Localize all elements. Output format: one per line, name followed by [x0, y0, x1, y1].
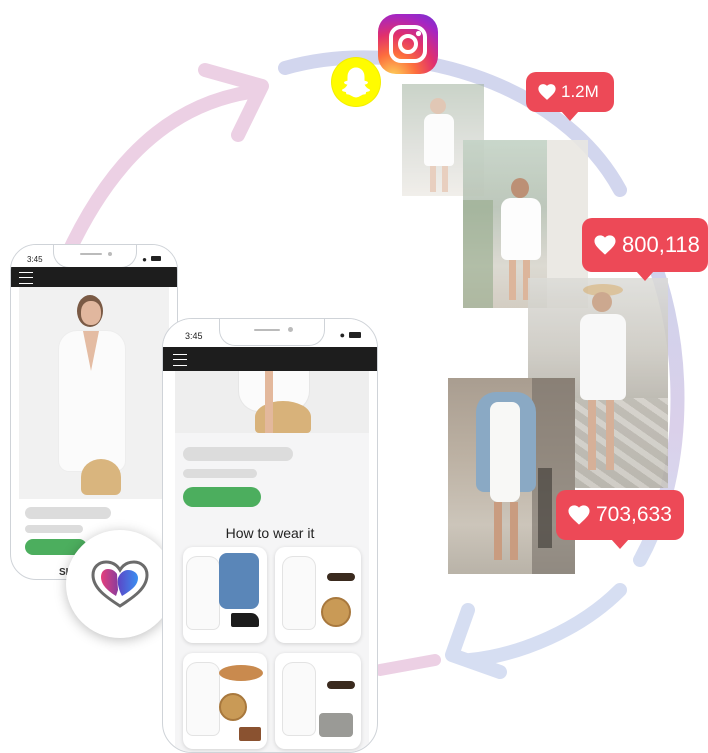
app-logo-badge — [66, 530, 174, 638]
subtitle-skeleton — [183, 469, 257, 478]
like-count: 800,118 — [622, 232, 700, 257]
wifi-icon: ● — [339, 330, 345, 340]
like-count: 703,633 — [596, 503, 672, 526]
left-arc — [58, 85, 257, 267]
heart-icon — [568, 505, 590, 525]
round-bag-item — [219, 693, 247, 721]
like-bubble-3: 703,633 — [556, 490, 684, 549]
dress-item — [187, 557, 219, 629]
sandal-item — [319, 713, 353, 737]
dress-item — [283, 557, 315, 629]
phone-front: 3:45 ● How to wear it — [162, 318, 378, 753]
dual-heart-logo-icon — [91, 560, 149, 608]
battery-icon — [151, 256, 161, 261]
title-skeleton — [183, 447, 293, 461]
heart-icon — [594, 235, 616, 255]
bottom-pink-segment — [374, 654, 441, 676]
outfit-card-4[interactable] — [275, 653, 361, 749]
app-nav-bar — [11, 267, 177, 287]
outfit-card-2[interactable] — [275, 547, 361, 643]
heels-item — [231, 613, 259, 627]
dress-item — [187, 663, 219, 735]
battery-icon — [349, 332, 361, 338]
bottom-arc — [463, 583, 627, 667]
bottom-arrow-head-icon — [445, 603, 507, 679]
product-image — [175, 371, 369, 433]
outfit-card-3[interactable] — [183, 653, 267, 749]
sandal-item — [239, 727, 261, 741]
like-bubble-2: 800,118 — [582, 218, 708, 281]
hat-item — [219, 665, 263, 681]
section-title: How to wear it — [225, 525, 315, 541]
like-bubble-1: 1.2M — [526, 72, 614, 121]
title-skeleton — [25, 507, 111, 519]
sunglasses-item — [327, 573, 355, 581]
wifi-icon: ● — [142, 255, 147, 264]
menu-icon[interactable] — [173, 354, 187, 366]
dress-item — [283, 663, 315, 735]
like-count: 1.2M — [561, 82, 599, 101]
heart-icon — [538, 84, 556, 100]
app-nav-bar — [163, 347, 377, 371]
outfit-card-1[interactable] — [183, 547, 267, 643]
phone-notch — [53, 245, 137, 268]
photo-street-4 — [448, 378, 575, 574]
instagram-icon — [378, 14, 438, 74]
status-time: 3:45 — [185, 331, 203, 341]
status-time: 3:45 — [27, 255, 43, 264]
phone-notch — [219, 319, 325, 346]
add-to-cart-button[interactable] — [183, 487, 261, 507]
menu-icon[interactable] — [19, 272, 33, 284]
round-bag-item — [321, 597, 351, 627]
denim-jacket-item — [219, 553, 259, 609]
product-image — [19, 287, 169, 499]
sunglasses-item — [327, 681, 355, 689]
snapchat-icon — [332, 58, 380, 106]
